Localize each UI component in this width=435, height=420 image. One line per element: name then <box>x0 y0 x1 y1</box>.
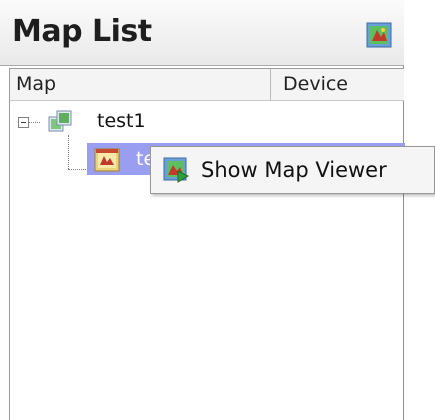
tree-item-test1[interactable]: test1 <box>97 107 146 135</box>
show-map-viewer-menu-item[interactable]: Show Map Viewer <box>151 147 434 193</box>
map-icon <box>94 147 120 173</box>
map-list-panel: Map List Map Device test1 te <box>0 0 405 420</box>
map-viewer-icon <box>163 157 190 183</box>
collapse-toggle-icon[interactable] <box>18 117 29 128</box>
column-map[interactable]: Map <box>16 69 56 100</box>
menu-item-label: Show Map Viewer <box>201 158 387 182</box>
column-divider[interactable] <box>270 69 271 100</box>
tree-connector <box>29 122 40 123</box>
panel-header: Map List <box>0 0 404 66</box>
map-group-icon <box>47 109 73 135</box>
panel-title: Map List <box>12 14 152 49</box>
column-header: Map Device <box>9 68 404 101</box>
column-device[interactable]: Device <box>283 69 348 100</box>
tree-connector <box>68 135 69 169</box>
context-menu: Show Map Viewer <box>150 146 435 194</box>
map-viewer-icon[interactable] <box>366 22 392 48</box>
